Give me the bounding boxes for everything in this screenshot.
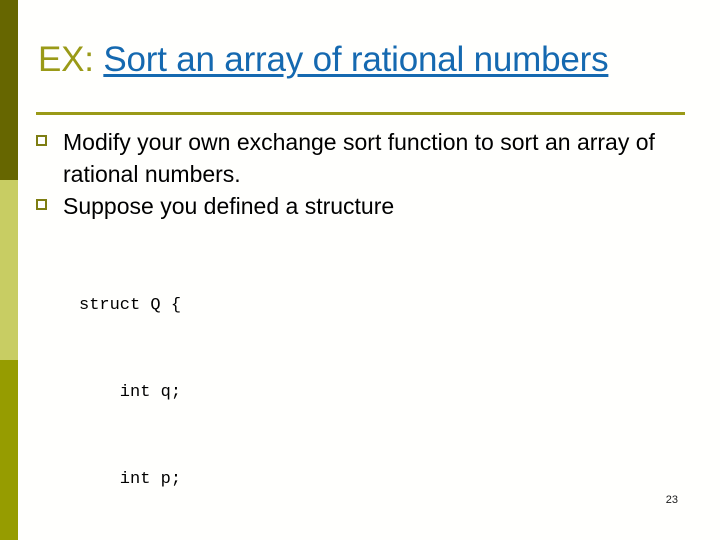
bullet-item: Suppose you defined a structure	[36, 190, 700, 222]
slide-title: EX: Sort an array of rational numbers	[38, 37, 688, 82]
slide-body: Modify your own exchange sort function t…	[36, 126, 700, 540]
square-bullet-icon	[36, 199, 47, 210]
code-line: int q;	[79, 383, 182, 402]
title-divider	[36, 112, 685, 115]
title-prefix: EX:	[38, 40, 104, 80]
title-hyperlink[interactable]: Sort an array of rational numbers	[103, 40, 608, 79]
accent-band-middle	[0, 180, 18, 360]
code-line: int p;	[79, 470, 182, 489]
accent-band-bottom	[0, 360, 18, 540]
square-bullet-icon	[36, 135, 47, 146]
code-line: struct Q {	[79, 296, 182, 315]
slide: EX: Sort an array of rational numbers Mo…	[0, 0, 720, 540]
slide-number: 23	[665, 494, 678, 506]
bullet-label: Suppose you defined a structure	[63, 193, 395, 219]
code-block-struct: struct Q { int q; int p; };	[79, 233, 700, 540]
accent-band-top	[0, 0, 18, 180]
bullet-item: Modify your own exchange sort function t…	[36, 126, 700, 190]
bullet-label: Modify your own exchange sort function t…	[63, 129, 655, 187]
left-accent-bar	[0, 0, 18, 540]
